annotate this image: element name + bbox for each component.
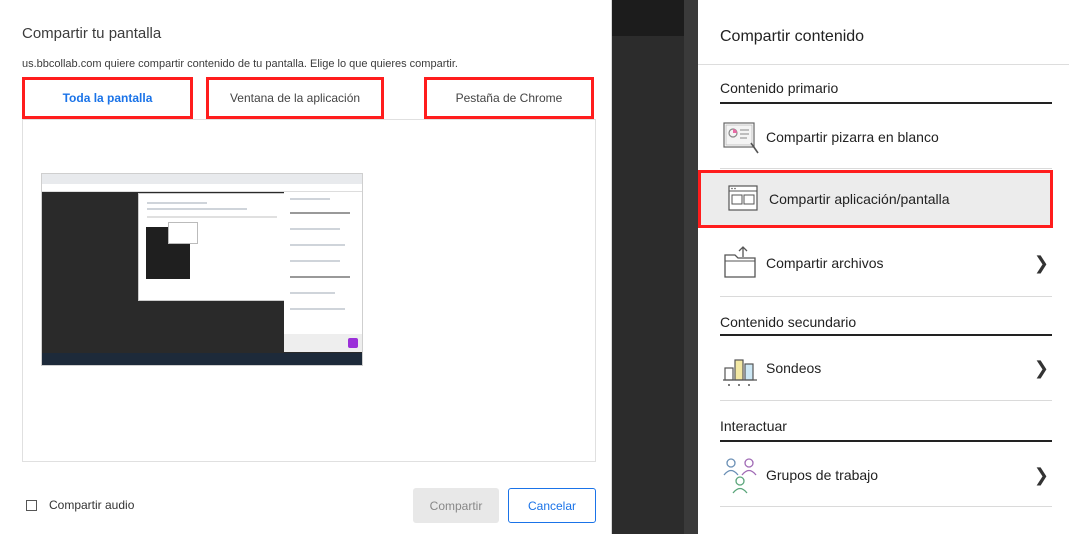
background-app-area — [612, 0, 684, 534]
item-divider — [720, 400, 1052, 401]
share-audio-checkbox[interactable] — [26, 499, 37, 511]
cancel-button[interactable]: Cancelar — [508, 488, 596, 523]
share-application-screen-item[interactable]: Compartir aplicación/pantalla — [698, 170, 1053, 228]
tab-application-window-label: Ventana de la aplicación — [229, 91, 361, 105]
item-divider — [720, 296, 1052, 297]
thumbnail-side-panel — [284, 192, 362, 352]
thumbnail-browser-tabs — [42, 174, 362, 184]
background-divider — [684, 0, 698, 534]
chevron-right-icon: ❯ — [1033, 252, 1049, 273]
polls-label: Sondeos — [766, 360, 822, 376]
panel-title: Compartir contenido — [720, 28, 865, 45]
groups-icon — [720, 454, 762, 496]
screen-preview-area — [22, 120, 596, 462]
tab-chrome-tab[interactable]: Pestaña de Chrome — [424, 77, 594, 119]
polls-item[interactable]: Sondeos ❯ — [698, 337, 1053, 399]
section-secondary-content: Contenido secundario — [720, 314, 857, 330]
share-whiteboard-label: Compartir pizarra en blanco — [766, 129, 939, 145]
share-content-panel: Compartir contenido Contenido primario C… — [698, 0, 1069, 534]
whiteboard-icon — [720, 116, 762, 158]
dialog-title: Compartir tu pantalla — [22, 25, 162, 42]
section-primary-content: Contenido primario — [720, 80, 839, 96]
tab-entire-screen[interactable]: Toda la pantalla — [22, 77, 193, 119]
share-audio-option[interactable]: Compartir audio — [22, 498, 134, 512]
breakout-groups-item[interactable]: Grupos de trabajo ❯ — [698, 444, 1053, 506]
screen-thumbnail[interactable] — [41, 173, 363, 366]
share-application-screen-label: Compartir aplicación/pantalla — [769, 191, 950, 207]
share-files-label: Compartir archivos — [766, 255, 884, 271]
tab-chrome-tab-label: Pestaña de Chrome — [455, 91, 563, 105]
section-secondary-rule — [720, 334, 1052, 336]
tab-entire-screen-label: Toda la pantalla — [62, 91, 153, 105]
section-interact: Interactuar — [720, 418, 787, 434]
breakout-groups-label: Grupos de trabajo — [766, 467, 879, 483]
section-primary-rule — [720, 102, 1052, 104]
chevron-right-icon: ❯ — [1033, 357, 1049, 378]
window-icon — [723, 178, 765, 220]
share-whiteboard-item[interactable]: Compartir pizarra en blanco — [698, 106, 1053, 168]
poll-icon — [720, 347, 762, 389]
share-audio-label: Compartir audio — [49, 498, 135, 512]
share-button[interactable]: Compartir — [413, 488, 499, 523]
folder-icon — [720, 242, 762, 284]
dialog-subtitle: us.bbcollab.com quiere compartir conteni… — [22, 58, 458, 70]
chevron-right-icon: ❯ — [1033, 464, 1049, 485]
item-divider — [720, 168, 1052, 169]
section-interact-rule — [720, 440, 1052, 442]
panel-header-divider — [698, 64, 1069, 65]
share-files-item[interactable]: Compartir archivos ❯ — [698, 232, 1053, 294]
thumbnail-taskbar — [42, 353, 362, 365]
tab-application-window[interactable]: Ventana de la aplicación — [206, 77, 384, 119]
thumbnail-address-bar — [42, 184, 362, 192]
thumbnail-preview-window — [168, 222, 198, 244]
share-screen-dialog: Compartir tu pantalla us.bbcollab.com qu… — [0, 0, 612, 534]
background-app-header — [612, 0, 684, 36]
item-divider — [720, 506, 1052, 507]
